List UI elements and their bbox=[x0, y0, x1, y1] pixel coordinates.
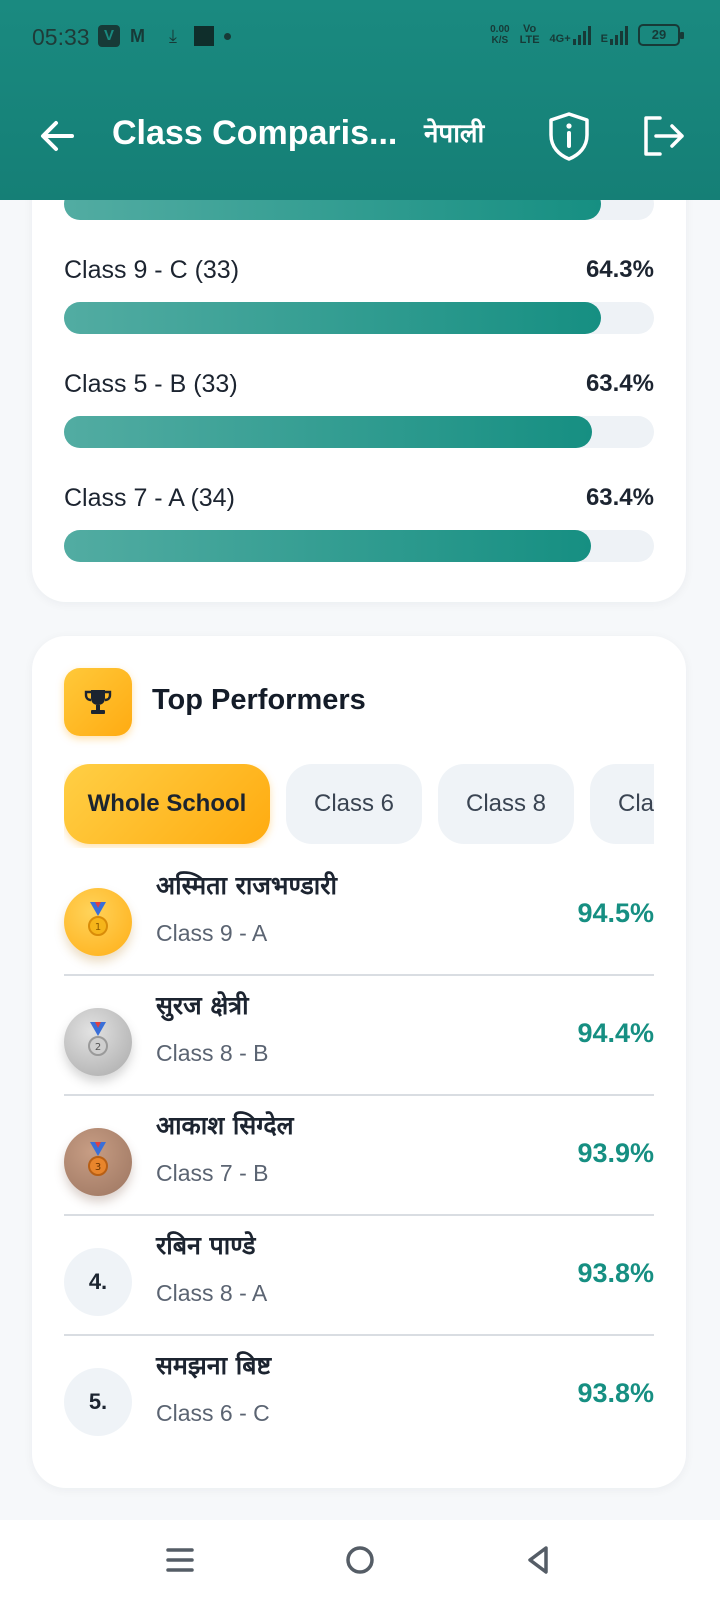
class-ranking-card: Class 9 - C (33) 64.3% Class 5 - B (33) … bbox=[32, 150, 686, 602]
shield-info-icon bbox=[549, 112, 589, 161]
class-progress-fill bbox=[64, 416, 593, 448]
performer-class: Class 8 - B bbox=[156, 1040, 269, 1066]
class-progress-track bbox=[64, 416, 654, 448]
back-nav-button[interactable] bbox=[516, 1538, 560, 1582]
signal-icon-2: E bbox=[601, 25, 628, 45]
class-progress-fill bbox=[64, 530, 592, 562]
chip-class-partial[interactable]: Cla bbox=[590, 764, 654, 844]
menu-button[interactable] bbox=[158, 1538, 202, 1582]
v-app-icon: V bbox=[98, 25, 120, 47]
menu-icon bbox=[166, 1548, 194, 1572]
svg-text:3: 3 bbox=[95, 1162, 101, 1173]
trophy-badge bbox=[64, 668, 132, 736]
net-speed-value: 0.00 bbox=[490, 24, 510, 35]
performer-name: अस्मिता राजभण्डारी bbox=[156, 871, 337, 900]
class-percent: 63.4% bbox=[585, 484, 654, 511]
chip-class-8[interactable]: Class 8 bbox=[438, 764, 574, 844]
performer-row[interactable]: 1 अस्मिता राजभण्डारी Class 9 - A 94.5% bbox=[64, 856, 654, 976]
volte-indicator: Vo LTE bbox=[520, 24, 540, 46]
chip-class-6[interactable]: Class 6 bbox=[286, 764, 422, 844]
class-progress-track bbox=[64, 530, 654, 562]
download-icon: ⤓ bbox=[169, 26, 177, 46]
performer-score: 94.5% bbox=[577, 898, 654, 928]
class-progress-fill bbox=[64, 302, 601, 334]
bronze-medal-icon: 3 bbox=[64, 1128, 132, 1196]
gold-medal-icon: 1 bbox=[64, 888, 132, 956]
language-toggle-button[interactable]: नेपाली bbox=[424, 114, 484, 150]
chip-whole-school[interactable]: Whole School bbox=[64, 764, 270, 844]
class-label: Class 7 - A (34) bbox=[64, 484, 235, 512]
class-row[interactable]: Class 9 - C (33) 64.3% bbox=[64, 256, 654, 336]
gmail-icon: M bbox=[130, 26, 145, 46]
back-triangle-icon bbox=[528, 1546, 548, 1574]
net-speed: 0.00 K/S bbox=[490, 24, 509, 46]
battery-icon: 29 bbox=[638, 24, 684, 46]
home-icon bbox=[346, 1546, 374, 1574]
silver-medal-icon: 2 bbox=[64, 1008, 132, 1076]
page-title: Class Comparis... bbox=[112, 114, 398, 152]
signal-icon: 4G+ bbox=[550, 25, 591, 45]
app-header: 05:33 V M ⤓ 0.00 K/S Vo LTE 4G+ E 29 Cla… bbox=[0, 0, 720, 200]
performer-score: 93.9% bbox=[577, 1138, 654, 1168]
performer-row[interactable]: 4. रबिन पाण्डे Class 8 - A 93.8% bbox=[64, 1216, 654, 1336]
performer-row[interactable]: 2 सुरज क्षेत्री Class 8 - B 94.4% bbox=[64, 976, 654, 1096]
app-bar: Class Comparis... नेपाली bbox=[0, 96, 720, 176]
square-app-icon bbox=[194, 26, 214, 46]
performer-class: Class 9 - A bbox=[156, 920, 268, 946]
class-label: Class 5 - B (33) bbox=[64, 370, 238, 398]
network-type-2: E bbox=[600, 33, 608, 45]
status-time: 05:33 bbox=[32, 24, 90, 50]
performer-name: सुरज क्षेत्री bbox=[156, 991, 249, 1020]
status-bar: 05:33 V M ⤓ 0.00 K/S Vo LTE 4G+ E 29 bbox=[0, 0, 720, 76]
class-row[interactable]: Class 7 - A (34) 63.4% bbox=[64, 484, 654, 564]
performer-name: रबिन पाण्डे bbox=[156, 1231, 256, 1260]
back-arrow-icon bbox=[41, 121, 74, 151]
class-row[interactable]: Class 5 - B (33) 63.4% bbox=[64, 370, 654, 450]
top-performers-card: Top Performers Whole School Class 6 Clas… bbox=[32, 636, 686, 1488]
performer-class: Class 8 - A bbox=[156, 1280, 268, 1306]
performer-row[interactable]: 3 आकाश सिग्देल Class 7 - B 93.9% bbox=[64, 1096, 654, 1216]
section-title: Top Performers bbox=[152, 684, 366, 716]
class-percent: 64.3% bbox=[585, 256, 654, 283]
performer-row[interactable]: 5. समझना बिष्ट Class 6 - C 93.8% bbox=[64, 1336, 654, 1456]
rank-number: 4. bbox=[64, 1248, 132, 1316]
system-nav-bar bbox=[0, 1520, 720, 1600]
network-type: 4G+ bbox=[549, 33, 571, 45]
class-label: Class 9 - C (33) bbox=[64, 256, 240, 284]
notification-icons: V M ⤓ bbox=[98, 25, 231, 47]
svg-text:1: 1 bbox=[95, 922, 101, 933]
class-progress-track bbox=[64, 302, 654, 334]
performer-score: 93.8% bbox=[577, 1378, 654, 1408]
net-speed-unit: K/S bbox=[491, 35, 509, 46]
performer-score: 93.8% bbox=[577, 1258, 654, 1288]
trophy-icon bbox=[84, 690, 112, 714]
filter-chips: Whole School Class 6 Class 8 Cla bbox=[64, 764, 654, 848]
back-button[interactable] bbox=[32, 110, 84, 162]
system-status: 0.00 K/S Vo LTE 4G+ E 29 bbox=[490, 24, 684, 46]
performer-score: 94.4% bbox=[577, 1018, 654, 1048]
performer-class: Class 6 - C bbox=[156, 1400, 270, 1426]
dot-icon bbox=[224, 32, 231, 40]
home-button[interactable] bbox=[338, 1538, 382, 1582]
performer-name: आकाश सिग्देल bbox=[156, 1111, 294, 1140]
rank-number: 5. bbox=[64, 1368, 132, 1436]
class-percent: 63.4% bbox=[585, 370, 654, 397]
performer-class: Class 7 - B bbox=[156, 1160, 269, 1186]
privacy-button[interactable] bbox=[544, 108, 594, 164]
performer-name: समझना बिष्ट bbox=[156, 1351, 272, 1380]
logout-icon bbox=[644, 116, 684, 156]
logout-button[interactable] bbox=[636, 108, 690, 164]
svg-text:2: 2 bbox=[95, 1042, 101, 1053]
volte-bottom: LTE bbox=[519, 34, 540, 46]
